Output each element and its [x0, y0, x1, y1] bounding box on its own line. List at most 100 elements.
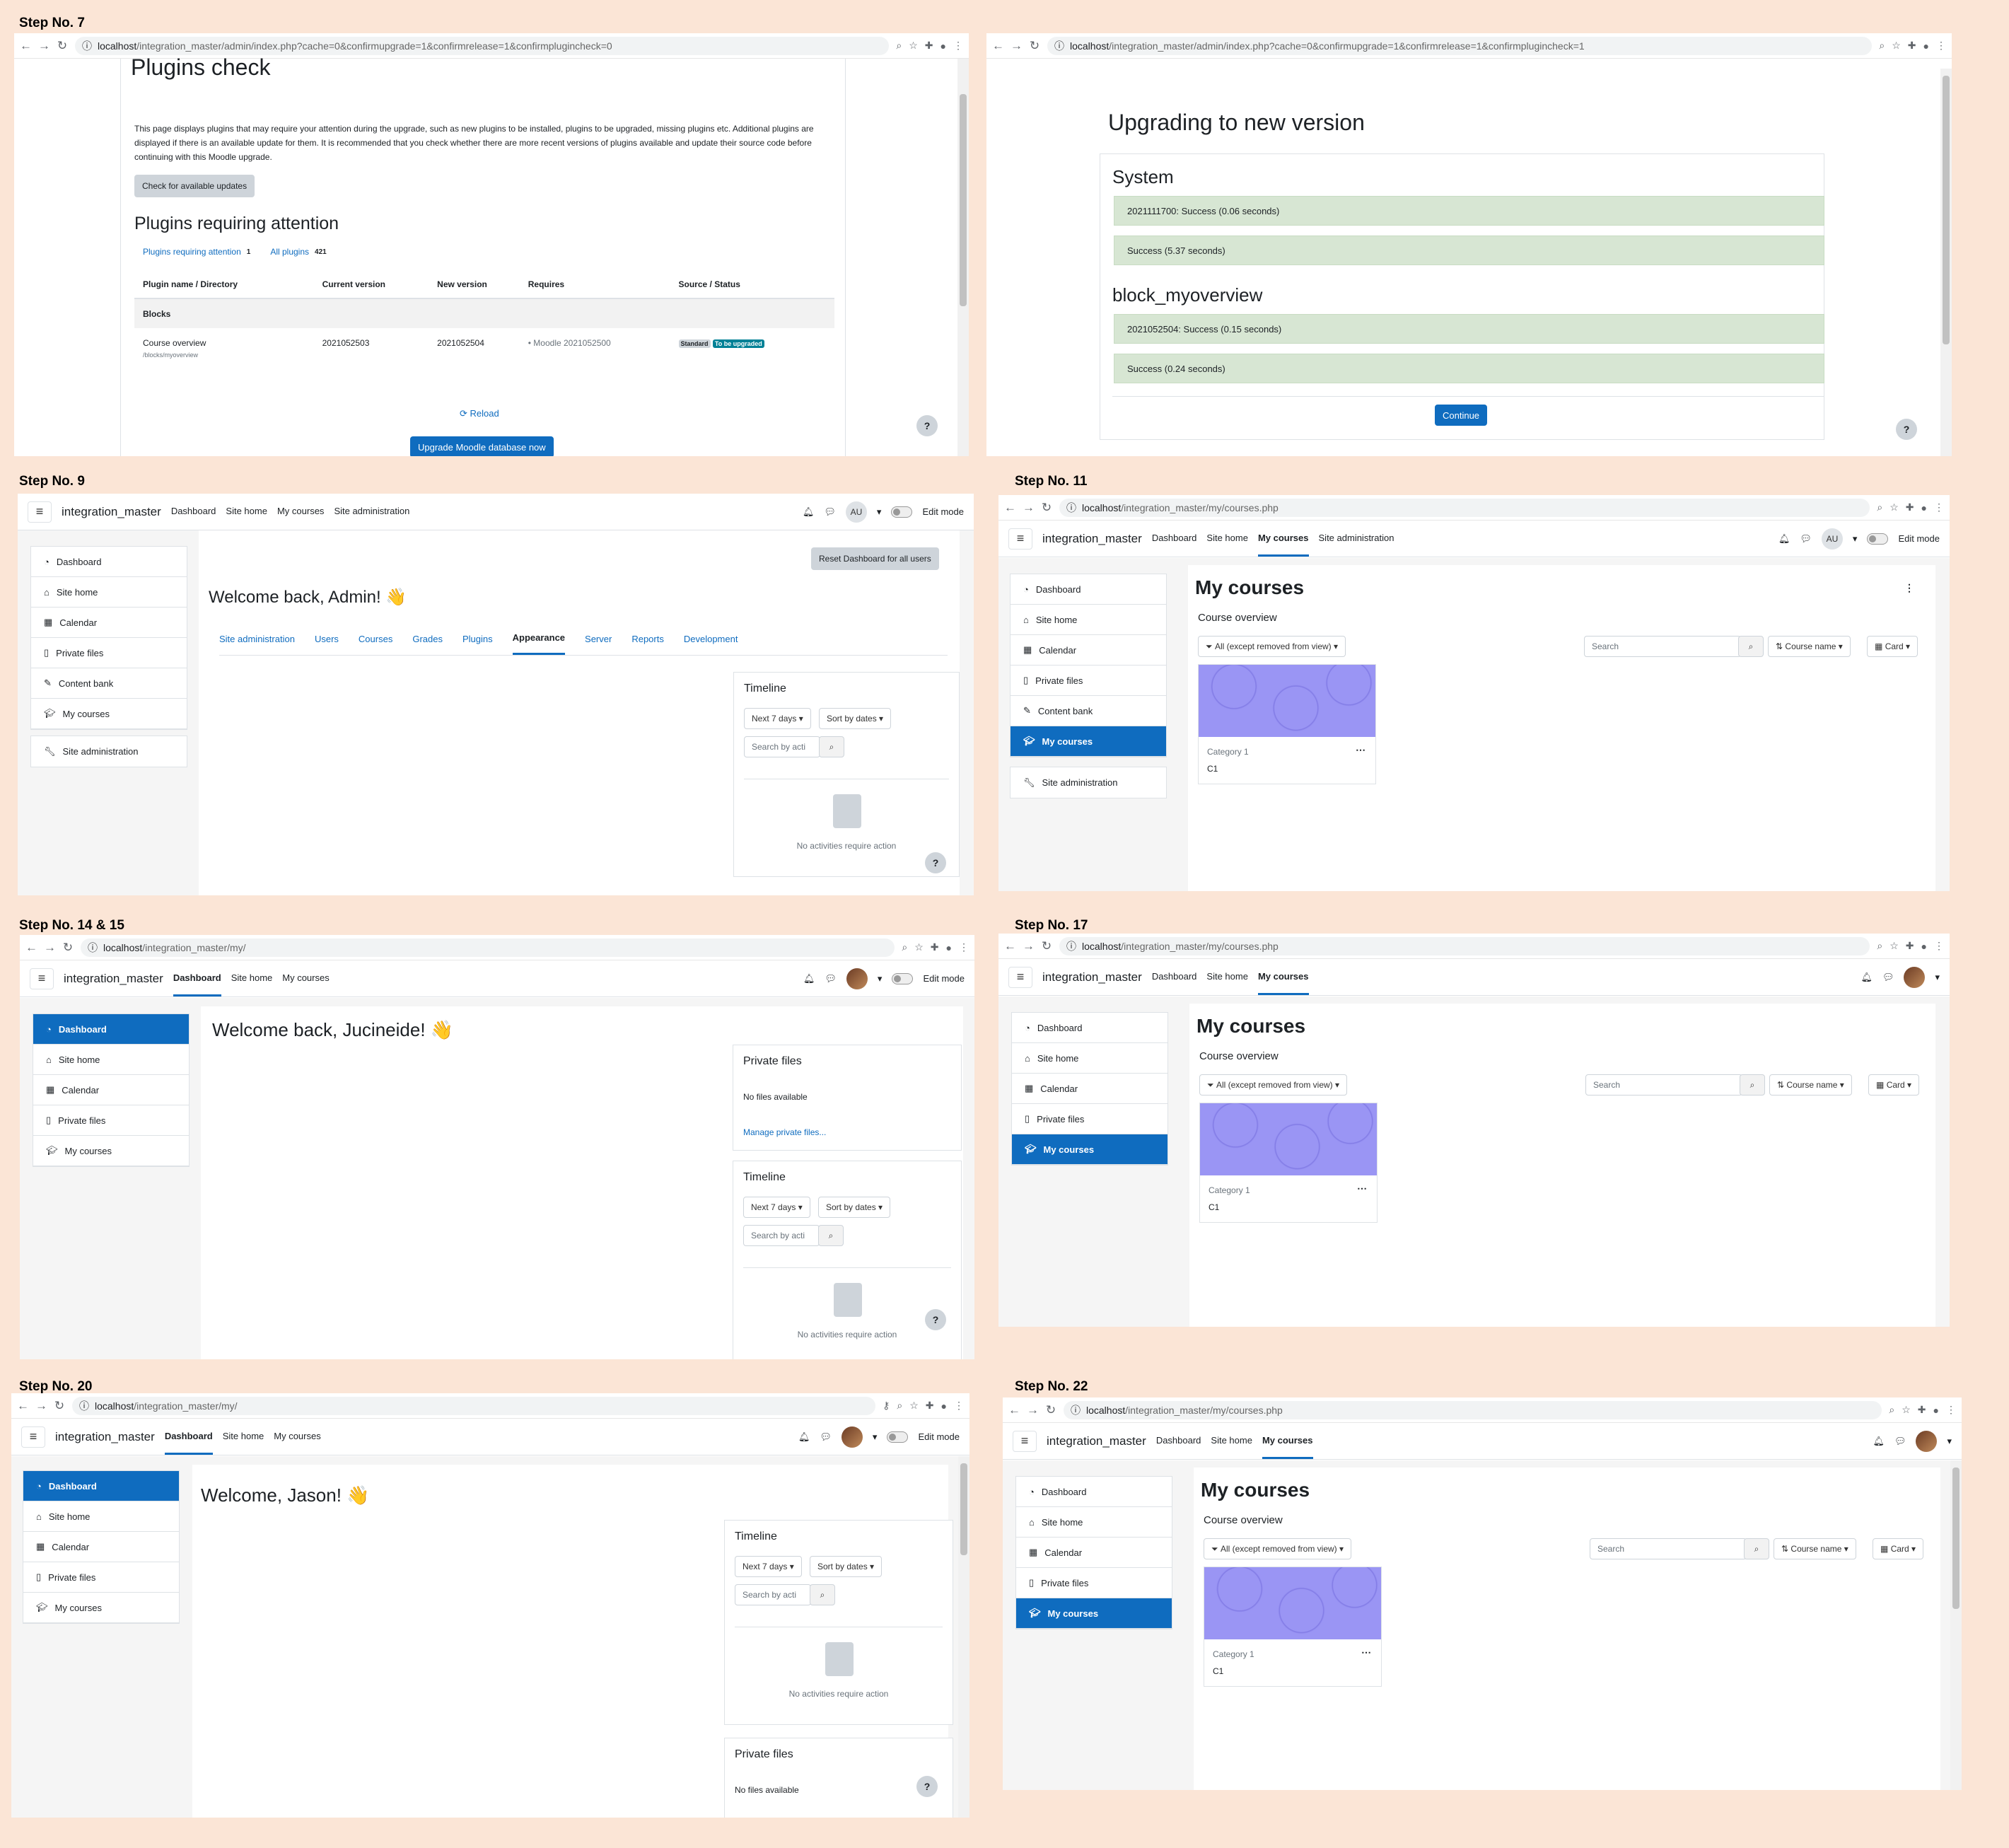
menu-icon[interactable]: ⋮: [959, 941, 969, 953]
reload-icon[interactable]: ↻: [54, 1399, 65, 1413]
course-search-input[interactable]: Search: [1585, 1074, 1742, 1096]
sort-dropdown[interactable]: ⇅ Course name ▾: [1774, 1538, 1856, 1559]
menu-icon[interactable]: ⋮: [1936, 40, 1946, 52]
chevron-down-icon[interactable]: ▾: [1947, 1436, 1952, 1447]
avatar[interactable]: [841, 1426, 863, 1448]
course-card[interactable]: Category 1 ⋯ C1: [1198, 664, 1376, 784]
drawer-item-site-admin[interactable]: 🔧︎ Site administration: [1011, 767, 1166, 798]
tab-development[interactable]: Development: [684, 624, 738, 654]
nav-site-home[interactable]: Site home: [226, 494, 267, 530]
avatar[interactable]: [1904, 966, 1926, 988]
back-icon[interactable]: ←: [992, 39, 1004, 53]
address-bar[interactable]: ⓘ localhost/integration_master/my/: [81, 938, 895, 957]
help-icon[interactable]: ?: [1896, 419, 1917, 440]
nav-site-administration[interactable]: Site administration: [1319, 521, 1394, 557]
reload-icon[interactable]: ↻: [1041, 501, 1052, 515]
bell-icon[interactable]: 🔔︎: [803, 973, 815, 984]
star-icon[interactable]: ☆: [1889, 940, 1899, 952]
reload-icon[interactable]: ↻: [1045, 1403, 1056, 1417]
forward-icon[interactable]: →: [35, 1399, 47, 1413]
address-bar[interactable]: ⓘ localhost/integration_master/my/courses…: [1059, 936, 1870, 955]
nav-dashboard[interactable]: Dashboard: [1156, 1424, 1201, 1459]
nav-dashboard[interactable]: Dashboard: [1152, 521, 1197, 557]
avatar[interactable]: [1916, 1430, 1938, 1452]
help-icon[interactable]: ?: [925, 852, 946, 873]
star-icon[interactable]: ☆: [1889, 501, 1899, 513]
drawer-item-private-files[interactable]: ▯ Private files: [33, 1105, 189, 1136]
drawer-item-calendar[interactable]: ▦ Calendar: [1016, 1538, 1172, 1568]
nav-dashboard[interactable]: Dashboard: [173, 961, 221, 996]
course-search-input[interactable]: Search: [1584, 636, 1741, 657]
drawer-item-private-files[interactable]: ▯ Private files: [31, 638, 187, 668]
extensions-icon[interactable]: ✚: [1908, 40, 1916, 52]
grouping-dropdown[interactable]: ⏷ All (except removed from view) ▾: [1198, 636, 1346, 657]
hamburger-icon[interactable]: ≡: [30, 967, 54, 989]
key-icon[interactable]: ⚷: [883, 1400, 890, 1412]
ellipsis-icon[interactable]: ⋯: [1361, 1646, 1371, 1658]
nav-dashboard[interactable]: Dashboard: [1152, 960, 1197, 995]
avatar[interactable]: AU: [845, 501, 867, 523]
tab-appearance[interactable]: Appearance: [512, 622, 566, 655]
search-icon[interactable]: ⌕: [1740, 1074, 1765, 1096]
reload-link[interactable]: ⟳ Reload: [460, 408, 499, 419]
drawer-item-site-home[interactable]: ⌂ Site home: [1016, 1507, 1172, 1538]
hamburger-icon[interactable]: ≡: [1008, 528, 1032, 550]
address-bar[interactable]: ⓘ localhost/integration_master/admin/inde…: [75, 36, 890, 55]
drawer-item-private-files[interactable]: ▯ Private files: [1012, 1104, 1167, 1134]
back-icon[interactable]: ←: [17, 1399, 29, 1413]
chat-icon[interactable]: 💬︎: [1882, 972, 1894, 983]
back-icon[interactable]: ←: [1004, 501, 1016, 515]
chat-icon[interactable]: 💬︎: [1894, 1436, 1906, 1447]
drawer-item-calendar[interactable]: ▦ Calendar: [33, 1075, 189, 1105]
drawer-item-my-courses[interactable]: 🎓︎ My courses: [33, 1136, 189, 1166]
extensions-icon[interactable]: ✚: [925, 40, 933, 52]
drawer-item-site-home[interactable]: ⌂ Site home: [23, 1501, 179, 1532]
scrollbar[interactable]: [1940, 69, 1952, 456]
nav-my-courses[interactable]: My courses: [1257, 960, 1309, 995]
chevron-down-icon[interactable]: ▾: [1853, 533, 1858, 545]
edit-mode-toggle[interactable]: [891, 506, 913, 518]
sort-dropdown[interactable]: Sort by dates ▾: [819, 708, 892, 729]
chat-icon[interactable]: 💬︎: [824, 506, 836, 518]
nav-site-home[interactable]: Site home: [1206, 521, 1248, 557]
menu-icon[interactable]: ⋮: [1946, 1404, 1956, 1416]
help-icon[interactable]: ?: [916, 415, 938, 436]
drawer-item-content-bank[interactable]: ✎ Content bank: [1011, 696, 1166, 726]
menu-icon[interactable]: ⋮: [954, 1400, 964, 1412]
course-card[interactable]: Category 1 ⋯ C1: [1199, 1103, 1378, 1223]
extensions-icon[interactable]: ✚: [1918, 1404, 1926, 1416]
zoom-icon[interactable]: ⌕: [1877, 940, 1882, 952]
nav-site-administration[interactable]: Site administration: [334, 494, 409, 530]
drawer-item-dashboard[interactable]: ◔ Dashboard: [23, 1471, 179, 1501]
nav-site-home[interactable]: Site home: [1211, 1424, 1252, 1459]
drawer-item-private-files[interactable]: ▯ Private files: [23, 1562, 179, 1593]
site-name[interactable]: integration_master: [64, 972, 163, 986]
profile-icon[interactable]: ●: [941, 40, 946, 52]
hamburger-icon[interactable]: ≡: [1013, 1430, 1037, 1452]
day-filter-dropdown[interactable]: Next 7 days ▾: [744, 708, 811, 729]
avatar[interactable]: [846, 967, 868, 989]
hamburger-icon[interactable]: ≡: [1008, 966, 1032, 988]
menu-icon[interactable]: ⋮: [1934, 501, 1944, 513]
drawer-item-calendar[interactable]: ▦ Calendar: [23, 1532, 179, 1562]
bell-icon[interactable]: 🔔︎: [1860, 972, 1873, 983]
drawer-item-calendar[interactable]: ▦ Calendar: [31, 608, 187, 638]
tab-plugins[interactable]: Plugins: [462, 624, 493, 654]
profile-icon[interactable]: ●: [946, 942, 952, 953]
address-bar[interactable]: ⓘ localhost/integration_master/my/: [72, 1396, 876, 1415]
reload-icon[interactable]: ↻: [1041, 939, 1052, 953]
course-name[interactable]: C1: [1207, 764, 1218, 774]
scrollbar[interactable]: [958, 1456, 969, 1818]
chat-icon[interactable]: 💬︎: [825, 973, 837, 984]
address-bar[interactable]: ⓘ localhost/integration_master/admin/inde…: [1047, 36, 1873, 55]
forward-icon[interactable]: →: [1023, 939, 1035, 953]
help-icon[interactable]: ?: [916, 1776, 938, 1797]
timeline-search-input[interactable]: Search by acti: [743, 1225, 820, 1246]
drawer-item-dashboard[interactable]: ◔ Dashboard: [33, 1014, 189, 1045]
forward-icon[interactable]: →: [44, 941, 56, 955]
drawer-item-site-admin[interactable]: 🔧︎ Site administration: [31, 736, 187, 767]
nav-my-courses[interactable]: My courses: [1262, 1424, 1313, 1459]
reload-icon[interactable]: ↻: [57, 39, 68, 53]
view-dropdown[interactable]: ▦ Card ▾: [1867, 636, 1918, 657]
menu-icon[interactable]: ⋮: [953, 40, 963, 52]
